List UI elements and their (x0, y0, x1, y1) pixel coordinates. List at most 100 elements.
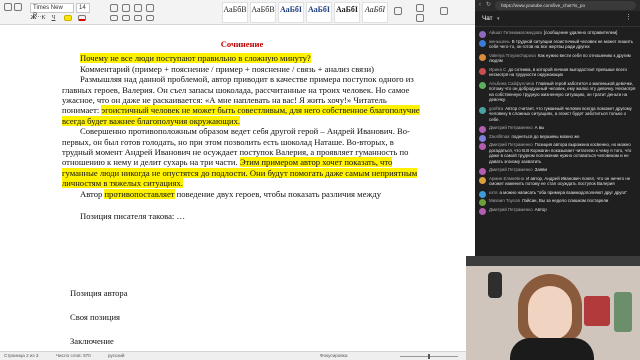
shelf (466, 256, 640, 266)
style-heading-1[interactable]: АаБбІ (278, 2, 304, 23)
chevron-down-icon[interactable]: ▾ (497, 15, 500, 23)
find-icon[interactable] (416, 4, 424, 12)
address-bar[interactable]: https://www.youtube.com/live_chat?is_po (495, 1, 636, 10)
font-color-icon[interactable] (78, 15, 86, 21)
numbering-icon[interactable] (122, 4, 130, 12)
chat-author[interactable]: goshka (489, 106, 503, 111)
style-heading-2[interactable]: АаБбІ (306, 2, 332, 23)
paste-icon[interactable] (4, 3, 12, 11)
paragraph-1: Размышляя над данной проблемой, автор пр… (62, 74, 422, 126)
chat-message[interactable]: женьшень В трудной ситуации эгоистичный ч… (475, 38, 640, 52)
webcam-overlay (466, 256, 640, 360)
conclusion-heading: Заключение (70, 336, 114, 347)
back-icon[interactable]: ‹ (479, 1, 481, 10)
font-size-select[interactable]: 14 (76, 3, 90, 13)
own-position-heading: Своя позиция (70, 311, 121, 322)
chat-message-text: до сотника, в которой личная выгодастоит… (489, 66, 627, 78)
avatar[interactable] (479, 143, 486, 150)
paragraph-3-text-b: поведение двух героев, чтобы показать ра… (174, 188, 381, 199)
document-canvas[interactable]: Сочинение Почему не все люди поступают п… (0, 25, 475, 351)
chat-message[interactable]: Дмитрий Петраменко Автор (475, 206, 640, 215)
chat-author[interactable]: Альбина Сайфуллина (489, 81, 534, 86)
align-center-icon[interactable] (122, 15, 130, 21)
chat-author[interactable]: Дмитрий Петраменко (489, 125, 533, 130)
bullets-icon[interactable] (110, 4, 118, 12)
chat-author[interactable]: Дмитрий Петраменко (489, 142, 533, 147)
word-count[interactable]: Число слов: 870 (56, 352, 91, 360)
chat-author[interactable]: Дмитрий Петраменко (489, 167, 533, 172)
avatar[interactable] (479, 207, 486, 215)
chat-message[interactable]: Zaurillmaa поднеться до вершины можно же (475, 133, 640, 142)
comment-line: Комментарий (пример + пояснение / пример… (80, 63, 374, 74)
underline-button[interactable]: Ч (50, 15, 57, 22)
chat-message[interactable]: Ирина Сдо сотника, в которой личная выго… (475, 66, 640, 80)
chat-message[interactable]: Дмитрий Петраменко Заяви (475, 166, 640, 175)
page-counter[interactable]: Страница 2 из 3 (4, 352, 38, 360)
cut-icon[interactable] (14, 3, 22, 11)
paragraph-1-highlight: эгоистичный человек не может быть совест… (62, 105, 420, 126)
chat-message[interactable]: Дмитрий Петраменко А вы (475, 124, 640, 133)
position-line: Позиция писателя такова: … (80, 211, 186, 222)
styles-more-icon[interactable] (394, 7, 402, 15)
language-indicator[interactable]: русский (108, 352, 124, 360)
chat-author[interactable]: Valeriya Troyanchapova (489, 53, 536, 58)
chat-message-list[interactable]: Айшат Гитинамагомедова [сообщение удалено… (475, 29, 640, 215)
chat-message[interactable]: Армин Елмиёвна И автор, Андрей Иванович п… (475, 175, 640, 189)
document-page[interactable]: Сочинение Почему не все люди поступают п… (62, 39, 422, 347)
italic-button[interactable]: К (40, 15, 47, 22)
chat-message[interactable]: Valeriya Troyanchapova Как нужно вести се… (475, 52, 640, 66)
chat-author[interactable]: кэтя (489, 190, 498, 195)
chat-message-text: В трудной ситуации эгоистичный человек н… (489, 38, 634, 50)
chat-message-text: Лэйсан, Вы за недело слишком постарели (521, 198, 609, 203)
chat-author[interactable]: Ирина С (489, 67, 506, 72)
chat-message[interactable]: Дмитрий Петраменко Позиция автора выражен… (475, 141, 640, 166)
align-left-icon[interactable] (110, 15, 118, 21)
avatar[interactable] (479, 106, 486, 114)
chat-author[interactable]: Айшат Гитинамагомедова (489, 30, 542, 35)
indent-icon[interactable] (134, 4, 142, 12)
browser-bar: ‹ ↻ https://www.youtube.com/live_chat?is… (475, 0, 640, 11)
bold-button[interactable]: Ж (30, 15, 37, 22)
chat-message[interactable]: Айшат Гитинамагомедова [сообщение удалено… (475, 29, 640, 38)
highlight-color-icon[interactable] (64, 15, 72, 21)
avatar[interactable] (479, 176, 486, 184)
avatar[interactable] (479, 67, 486, 75)
shelf-figure (584, 296, 610, 326)
more-options-icon[interactable]: ⋮ (625, 14, 632, 22)
avatar[interactable] (479, 39, 486, 47)
align-right-icon[interactable] (134, 15, 142, 21)
chat-author[interactable]: Zaurillmaa (489, 134, 510, 139)
paragraph-3-highlight: противопоставляет (104, 188, 175, 199)
avatar[interactable] (479, 53, 486, 61)
chat-message[interactable]: Михаил Тоусов Лэйсан, Вы за недело слишко… (475, 197, 640, 206)
chat-message-text: [сообщение удалено отправителем] (543, 30, 618, 35)
chat-author[interactable]: Михаил Тоусов (489, 198, 520, 203)
chat-title[interactable]: Чат (482, 15, 493, 23)
shelf-figure (488, 272, 502, 298)
font-name-select[interactable]: Times New R… (30, 3, 74, 19)
style-subtitle[interactable]: АаБбІ (362, 2, 388, 23)
ribbon-toolbar: Times New R… 14 Ж К Ч АаБбВ АаБбВ АаБбІ … (0, 0, 475, 25)
chat-message-text: а можно написать "оба примера взаимодопо… (499, 189, 627, 195)
chat-author[interactable]: женьшень (489, 39, 510, 44)
chat-author[interactable]: Дмитрий Петраменко (489, 207, 533, 212)
style-normal[interactable]: АаБбВ (222, 2, 248, 23)
question-line: Почему не все люди поступают правильно в… (62, 53, 422, 64)
justify-icon[interactable] (146, 15, 154, 21)
zoom-slider-handle[interactable] (428, 354, 430, 359)
pilcrow-icon[interactable] (146, 4, 154, 12)
reload-icon[interactable]: ↻ (486, 1, 491, 10)
replace-icon[interactable] (416, 14, 424, 22)
paragraph-3-text-a: Автор (80, 188, 105, 199)
chat-message[interactable]: Альбина Сайфуллина Главный герой заботитс… (475, 80, 640, 105)
select-icon[interactable] (440, 7, 448, 15)
chat-message[interactable]: кэтя а можно написать "оба примера взаимо… (475, 189, 640, 198)
focus-mode[interactable]: Фокусировка (320, 352, 347, 360)
style-title[interactable]: АаБбІ (334, 2, 360, 23)
style-no-spacing[interactable]: АаБбВ (250, 2, 276, 23)
chat-message-text: поднеться до вершины можно же (511, 133, 580, 139)
avatar[interactable] (479, 81, 486, 89)
chat-author[interactable]: Армин Елмиёвна (489, 176, 524, 181)
chat-message[interactable]: goshka Автор считает, что гуманный челове… (475, 105, 640, 125)
chat-header: Чат ▾ ⋮ (475, 11, 640, 27)
